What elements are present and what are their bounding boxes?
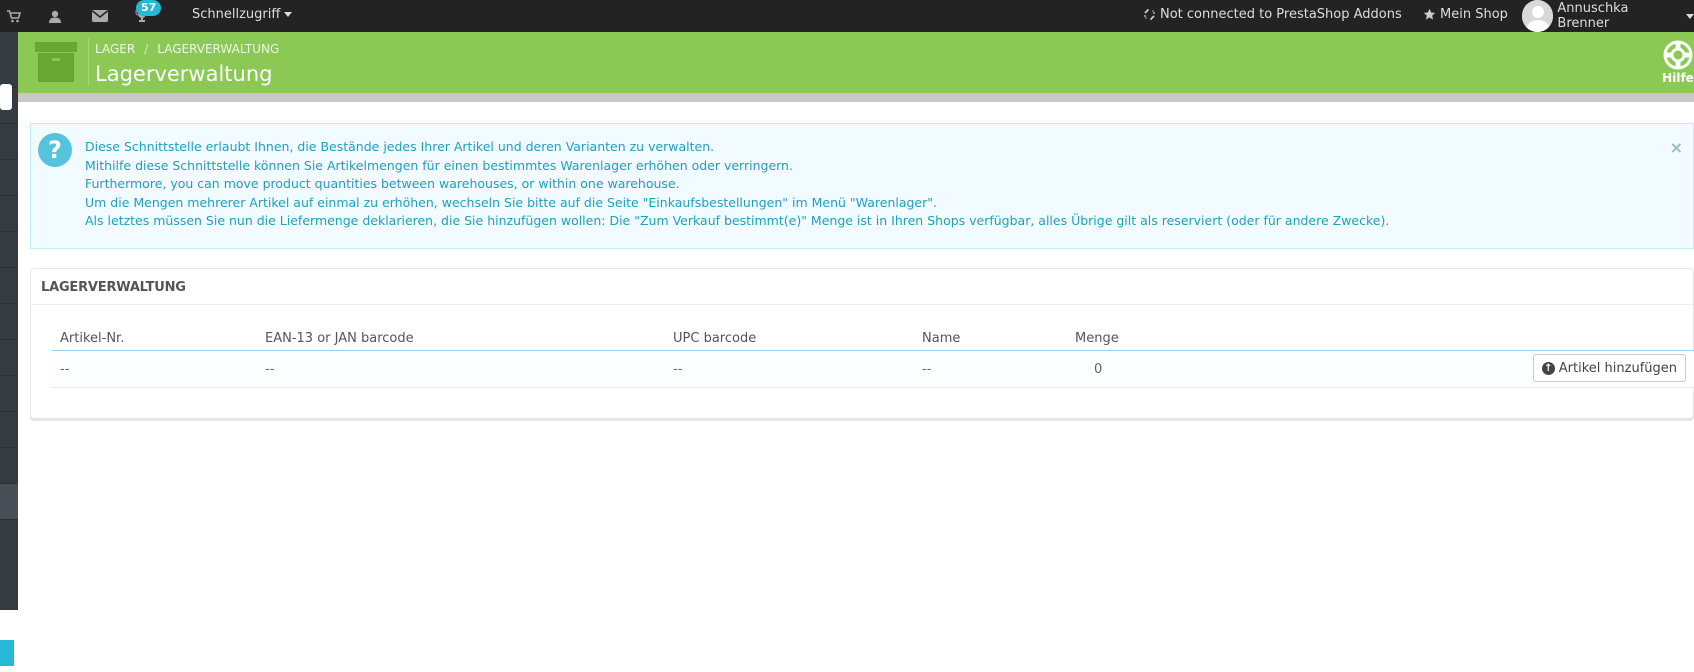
cell-reference: -- [60, 362, 70, 377]
sidebar-item[interactable] [0, 124, 18, 160]
quick-access-label: Schnellzugriff [192, 7, 281, 22]
alert-line: Um die Mengen mehrerer Artikel auf einma… [85, 194, 937, 210]
column-header: Menge [1075, 331, 1119, 346]
addons-status-link[interactable]: Not connected to PrestaShop Addons [1143, 7, 1402, 22]
arrow-up-circle-icon: ↑ [1541, 361, 1555, 375]
my-shop-label: Mein Shop [1440, 7, 1508, 22]
sidebar-item[interactable] [0, 232, 18, 268]
cell-ean13: -- [265, 362, 275, 377]
cell-quantity: 0 [1094, 362, 1103, 377]
help-label: Hilfe [1662, 71, 1694, 85]
alert-line: Diese Schnittstelle erlaubt Ihnen, die B… [85, 139, 715, 154]
sidebar-item[interactable] [0, 412, 18, 448]
column-header: Artikel-Nr. [60, 331, 125, 346]
close-icon[interactable]: × [1670, 138, 1683, 157]
caret-down-icon [1686, 13, 1694, 19]
column-header: Name [922, 331, 961, 346]
user-icon[interactable] [47, 8, 63, 24]
breadcrumb-item-lagerverwaltung[interactable]: LAGERVERWALTUNG [157, 42, 279, 56]
stock-management-panel: LAGERVERWALTUNG Artikel-Nr. EAN-13 or JA… [30, 268, 1694, 419]
header-divider [88, 38, 89, 86]
user-name: Annuschka Brenner [1557, 1, 1629, 31]
page-header: LAGER / LAGERVERWALTUNG Lagerverwaltung Hi… [18, 32, 1694, 93]
breadcrumb-item-lager[interactable]: LAGER [95, 42, 135, 56]
info-alert: ? Diese Schnittstelle erlaubt Ihnen, die… [30, 123, 1694, 249]
panel-heading: LAGERVERWALTUNG [31, 269, 1693, 305]
add-product-button[interactable]: ↑ Artikel hinzufügen [1532, 354, 1686, 382]
column-header: EAN-13 or JAN barcode [265, 331, 414, 346]
sidebar-item[interactable] [0, 160, 18, 196]
alert-text: Diese Schnittstelle erlaubt Ihnen, die B… [85, 138, 1389, 231]
envelope-icon[interactable] [92, 8, 108, 24]
header-bottom-bar [18, 93, 1694, 102]
top-navbar: 57 Schnellzugriff Not connected to Prest… [0, 0, 1694, 32]
my-shop-link[interactable]: Mein Shop [1423, 7, 1508, 22]
lifebuoy-icon [1663, 40, 1693, 70]
add-product-label: Artikel hinzufügen [1558, 360, 1677, 376]
alert-line: Als letztes müssen Sie nun die Liefermen… [85, 213, 1390, 228]
box-icon [35, 42, 77, 82]
page-title: Lagerverwaltung [95, 62, 273, 86]
help-button[interactable]: Hilfe [1658, 40, 1694, 85]
sidebar [0, 32, 18, 672]
column-header: UPC barcode [673, 331, 757, 346]
breadcrumb: LAGER / LAGERVERWALTUNG [95, 42, 279, 56]
star-icon [1423, 8, 1436, 21]
unlink-icon [1143, 8, 1156, 21]
table-row: -- -- -- -- 0 ↑ Artikel hinzufügen [52, 351, 1694, 388]
sidebar-item[interactable] [0, 340, 18, 376]
sidebar-item[interactable] [0, 304, 18, 340]
sidebar-item[interactable] [0, 268, 18, 304]
sidebar-item[interactable] [0, 448, 18, 484]
sidebar-item[interactable] [0, 376, 18, 412]
alert-line: Mithilfe diese Schnittstelle können Sie … [85, 157, 793, 173]
caret-down-icon [284, 12, 293, 17]
sidebar-toggle[interactable] [0, 640, 14, 666]
table-header: Artikel-Nr. EAN-13 or JAN barcode UPC ba… [52, 324, 1694, 351]
notification-badge: 57 [136, 0, 162, 16]
user-menu[interactable]: Annuschka Brenner [1522, 0, 1694, 32]
cell-upc: -- [673, 362, 683, 377]
question-icon: ? [38, 133, 72, 167]
quick-access-dropdown[interactable]: Schnellzugriff [192, 7, 293, 22]
avatar [1522, 0, 1554, 32]
cart-icon[interactable] [6, 8, 22, 24]
breadcrumb-separator: / [144, 42, 149, 56]
alert-line: Furthermore, you can move product quanti… [85, 176, 680, 191]
cell-name: -- [922, 362, 932, 377]
sidebar-item[interactable] [0, 88, 18, 124]
sidebar-item[interactable] [0, 52, 18, 88]
sidebar-item[interactable] [0, 484, 18, 520]
addons-status-text: Not connected to PrestaShop Addons [1160, 7, 1402, 22]
sidebar-item[interactable] [0, 196, 18, 232]
